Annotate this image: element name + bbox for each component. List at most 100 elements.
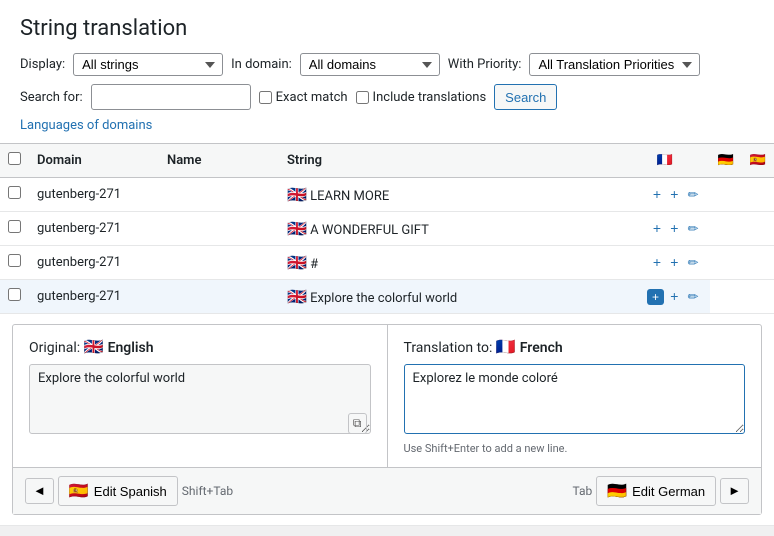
original-title: Original: 🇬🇧 English <box>29 337 371 356</box>
prev-arrow-button[interactable]: ◄ <box>25 478 54 504</box>
search-button[interactable]: Search <box>494 84 557 110</box>
string-flag: 🇬🇧 <box>287 185 307 204</box>
filters-row: Display: All stringsTranslated stringsUn… <box>20 53 754 76</box>
row-checkbox[interactable] <box>8 254 21 267</box>
display-select[interactable]: All stringsTranslated stringsUntranslate… <box>73 53 223 76</box>
row-checkbox-cell[interactable] <box>0 280 29 314</box>
add-fr-button[interactable]: + <box>650 186 664 202</box>
string-flag: 🇬🇧 <box>287 219 307 238</box>
domain-label: In domain: <box>231 57 292 72</box>
domain-header: Domain <box>29 144 159 178</box>
select-all-header[interactable] <box>0 144 29 178</box>
row-string: 🇬🇧 A WONDERFUL GIFT <box>279 212 620 246</box>
languages-of-domains-link[interactable]: Languages of domains <box>20 118 152 133</box>
edit-button[interactable]: ✏ <box>685 187 702 202</box>
translation-textarea[interactable] <box>404 364 746 434</box>
nav-left: ◄ 🇪🇸 Edit Spanish Shift+Tab <box>25 476 233 506</box>
original-textarea <box>29 364 371 434</box>
add-de-button[interactable]: + <box>667 186 681 202</box>
german-flag: 🇩🇪 <box>607 481 627 501</box>
nav-footer: ◄ 🇪🇸 Edit Spanish Shift+Tab Tab <box>13 467 761 514</box>
row-domain: gutenberg-271 <box>29 178 159 212</box>
include-translations-label[interactable]: Include translations <box>356 90 487 105</box>
row-checkbox-cell[interactable] <box>0 246 29 280</box>
row-name <box>159 212 279 246</box>
row-name <box>159 280 279 314</box>
table-wrap: Domain Name String 🇫🇷 🇩🇪 🇪🇸 gutenberg-27… <box>0 143 774 526</box>
domain-select[interactable]: All domains <box>300 53 440 76</box>
table-row: gutenberg-271 🇬🇧 LEARN MORE + + ✏ <box>0 178 774 212</box>
add-fr-button[interactable]: + <box>650 254 664 270</box>
row-actions: + + ✏ <box>620 212 710 246</box>
add-de-button[interactable]: + <box>667 220 681 236</box>
add-de-button[interactable]: + <box>667 254 681 270</box>
row-domain: gutenberg-271 <box>29 212 159 246</box>
search-row: Search for: Exact match Include translat… <box>20 84 754 110</box>
row-domain: gutenberg-271 <box>29 280 159 314</box>
row-string: 🇬🇧 LEARN MORE <box>279 178 620 212</box>
string-flag: 🇬🇧 <box>287 287 307 306</box>
translation-flag: 🇫🇷 <box>496 337 520 356</box>
row-actions: + + ✏ <box>620 246 710 280</box>
exact-match-label[interactable]: Exact match <box>259 90 348 105</box>
table-header-row: Domain Name String 🇫🇷 🇩🇪 🇪🇸 <box>0 144 774 178</box>
add-fr-button[interactable]: + <box>650 220 664 236</box>
row-checkbox-cell[interactable] <box>0 212 29 246</box>
tab-label: Tab <box>572 484 592 498</box>
edit-button[interactable]: ✏ <box>685 289 702 304</box>
edit-button[interactable]: ✏ <box>685 255 702 270</box>
string-header: String <box>279 144 620 178</box>
copy-button[interactable]: ⧉ <box>348 413 367 434</box>
panel-translation: Translation to: 🇫🇷 French Use Shift+Ente… <box>388 325 762 467</box>
row-checkbox[interactable] <box>8 186 21 199</box>
translation-panel: Original: 🇬🇧 English ⧉ <box>12 324 762 515</box>
row-actions: + + ✏ <box>620 178 710 212</box>
flag-fr-header: 🇫🇷 <box>620 144 710 178</box>
spanish-flag: 🇪🇸 <box>69 481 89 501</box>
page-header: String translation Display: All stringsT… <box>0 0 774 143</box>
panel-original: Original: 🇬🇧 English ⧉ <box>13 325 388 467</box>
page-title: String translation <box>20 16 754 41</box>
edit-spanish-button[interactable]: 🇪🇸 Edit Spanish <box>58 476 178 506</box>
nav-right: Tab 🇩🇪 Edit German ► <box>572 476 749 506</box>
select-all-checkbox[interactable] <box>8 152 21 165</box>
name-header: Name <box>159 144 279 178</box>
table-row: gutenberg-271 🇬🇧 # + + ✏ <box>0 246 774 280</box>
row-string: 🇬🇧 Explore the colorful world <box>279 280 620 314</box>
string-flag: 🇬🇧 <box>287 253 307 272</box>
row-checkbox-cell[interactable] <box>0 178 29 212</box>
next-arrow-button[interactable]: ► <box>720 478 749 504</box>
search-input[interactable] <box>91 84 251 110</box>
add-fr-filled-button[interactable]: + <box>647 289 664 305</box>
row-name <box>159 246 279 280</box>
add-de-button[interactable]: + <box>667 288 681 304</box>
translation-hint: Use Shift+Enter to add a new line. <box>404 442 746 455</box>
row-actions: + + ✏ <box>620 280 710 314</box>
row-checkbox[interactable] <box>8 288 21 301</box>
row-domain: gutenberg-271 <box>29 246 159 280</box>
page-wrap: String translation Display: All stringsT… <box>0 0 774 526</box>
panel-row: Original: 🇬🇧 English ⧉ <box>13 325 761 467</box>
shift-tab-label: Shift+Tab <box>182 484 233 498</box>
flag-de-header: 🇩🇪 <box>710 144 742 178</box>
display-label: Display: <box>20 57 65 72</box>
table-row-expanded: gutenberg-271 🇬🇧 Explore the colorful wo… <box>0 280 774 314</box>
priority-select[interactable]: All Translation Priorities <box>529 53 700 76</box>
row-name <box>159 178 279 212</box>
exact-match-checkbox[interactable] <box>259 91 272 104</box>
original-flag: 🇬🇧 <box>84 337 108 356</box>
edit-button[interactable]: ✏ <box>685 221 702 236</box>
row-checkbox[interactable] <box>8 220 21 233</box>
include-translations-checkbox[interactable] <box>356 91 369 104</box>
translation-panel-cell: Original: 🇬🇧 English ⧉ <box>0 314 774 526</box>
translation-panel-row: Original: 🇬🇧 English ⧉ <box>0 314 774 526</box>
flag-es-header: 🇪🇸 <box>742 144 774 178</box>
table-row: gutenberg-271 🇬🇧 A WONDERFUL GIFT + + ✏ <box>0 212 774 246</box>
translation-title: Translation to: 🇫🇷 French <box>404 337 746 356</box>
search-for-label: Search for: <box>20 90 83 105</box>
priority-label: With Priority: <box>448 57 522 72</box>
row-string: 🇬🇧 # <box>279 246 620 280</box>
translation-panel-wrap: Original: 🇬🇧 English ⧉ <box>0 314 774 525</box>
original-wrap: ⧉ <box>29 364 371 438</box>
edit-german-button[interactable]: 🇩🇪 Edit German <box>596 476 716 506</box>
